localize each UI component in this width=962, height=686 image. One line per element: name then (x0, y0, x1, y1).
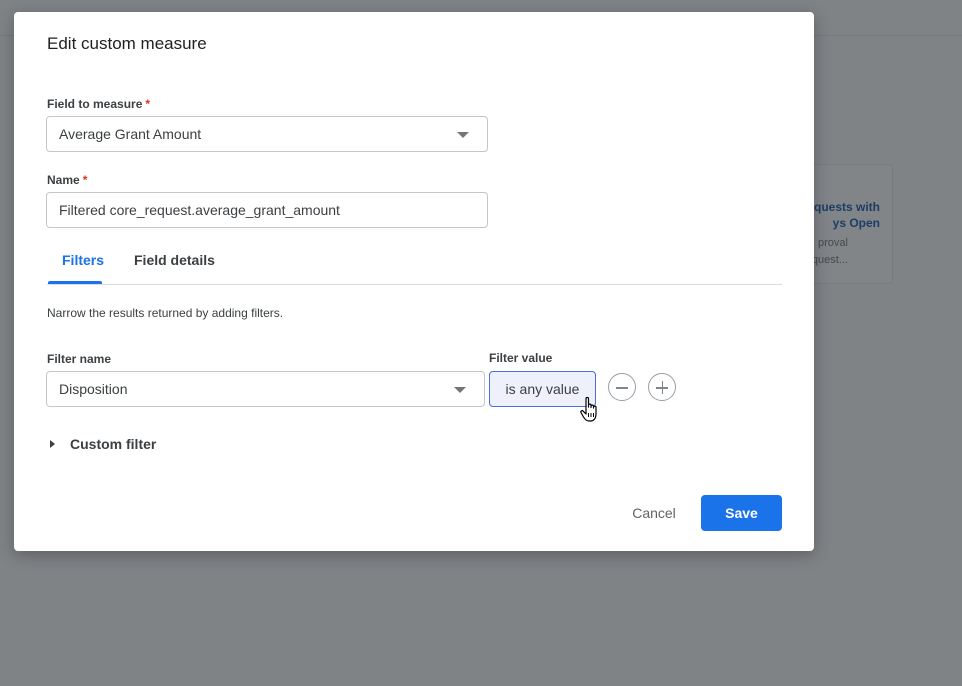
filter-value-label: Filter value (489, 351, 553, 365)
save-button[interactable]: Save (701, 495, 782, 531)
tab-divider (47, 284, 782, 285)
remove-filter-button[interactable] (608, 373, 636, 401)
tab-field-details[interactable]: Field details (134, 252, 215, 268)
caret-right-icon (50, 440, 55, 448)
name-input-value: Filtered core_request.average_grant_amou… (59, 202, 340, 218)
chevron-down-icon (457, 132, 469, 138)
custom-filter-label: Custom filter (70, 436, 157, 452)
required-mark: * (145, 97, 151, 111)
filter-name-label: Filter name (47, 352, 112, 366)
field-to-measure-label-text: Field to measure (47, 97, 143, 111)
minus-circle-icon (616, 387, 628, 389)
filter-name-select[interactable]: Disposition (46, 371, 485, 407)
name-label-text: Name (47, 173, 80, 187)
filter-name-value: Disposition (59, 381, 128, 397)
name-label: Name * (47, 173, 87, 187)
chevron-down-icon (454, 387, 466, 393)
edit-custom-measure-dialog: Edit custom measure Field to measure * Av… (14, 12, 814, 551)
custom-filter-toggle[interactable]: Custom filter (50, 436, 156, 452)
cancel-button[interactable]: Cancel (614, 495, 694, 531)
field-to-measure-label: Field to measure * (47, 97, 150, 111)
required-mark: * (82, 173, 88, 187)
add-filter-button[interactable] (648, 373, 676, 401)
tab-filters[interactable]: Filters (62, 252, 104, 268)
filter-value-text: is any value (505, 381, 580, 397)
filters-hint: Narrow the results returned by adding fi… (47, 306, 284, 320)
field-to-measure-select[interactable]: Average Grant Amount (46, 116, 488, 152)
name-input[interactable]: Filtered core_request.average_grant_amou… (46, 192, 488, 228)
dialog-title: Edit custom measure (47, 34, 207, 53)
hand-pointer-icon (580, 396, 597, 422)
field-to-measure-value: Average Grant Amount (59, 126, 202, 142)
